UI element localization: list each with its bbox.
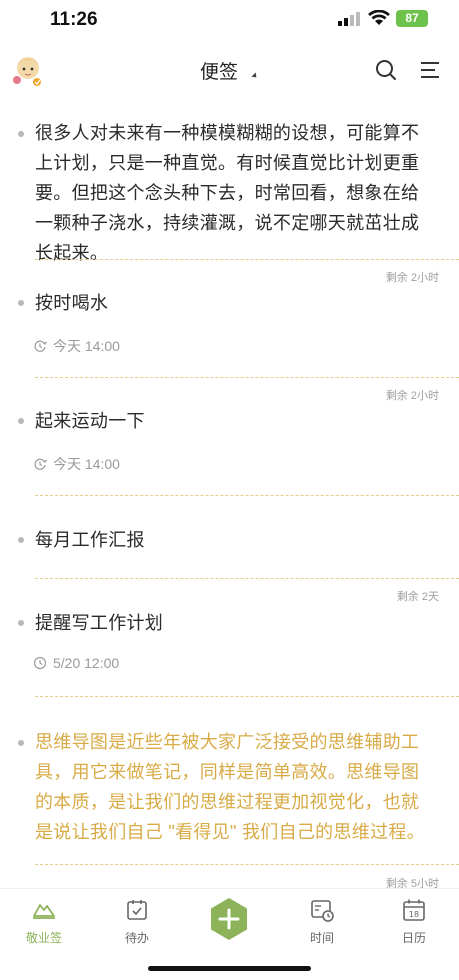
reminder-time: 今天 14:00 xyxy=(53,338,120,354)
app-header: 便签 xyxy=(0,44,459,96)
calendar-day: 18 xyxy=(409,910,419,919)
note-remaining-time: 剩余 2小时 xyxy=(385,390,439,402)
nav-label: 日历 xyxy=(401,931,426,945)
note-text: 思维导图是近些年被大家广泛接受的思维辅助工具，用它来做笔记，同样是简单高效。思维… xyxy=(35,732,425,842)
battery-icon: 87 xyxy=(396,10,428,27)
note-bullet xyxy=(18,131,24,137)
signal-icon xyxy=(338,12,360,26)
search-icon[interactable] xyxy=(374,58,398,82)
page-title[interactable]: 便签 xyxy=(200,57,238,84)
reminder-time: 今天 14:00 xyxy=(53,456,120,472)
nav-label: 时间 xyxy=(309,931,334,945)
note-text: 很多人对未来有一种模模糊糊的设想，可能算不上计划，只是一种直觉。有时候直觉比计划… xyxy=(35,123,420,263)
note-bullet xyxy=(18,300,24,306)
note-item[interactable]: 提醒写工作计划 5/20 12:00 xyxy=(0,608,459,708)
note-divider xyxy=(35,578,459,579)
status-time: 11:26 xyxy=(50,9,98,30)
chevron-down-icon[interactable] xyxy=(251,72,259,80)
reminder-time: 5/20 12:00 xyxy=(53,655,120,671)
note-bullet xyxy=(18,537,24,543)
repeat-clock-icon xyxy=(34,458,47,470)
nav-item-todo[interactable]: 待办 xyxy=(107,897,167,946)
status-bar: 11:26 87 xyxy=(0,0,459,40)
clock-icon xyxy=(33,656,47,670)
wifi-icon xyxy=(368,10,390,25)
nav-label: 待办 xyxy=(124,931,149,945)
note-bullet xyxy=(18,418,24,424)
note-remaining-time: 剩余 2小时 xyxy=(385,272,439,284)
note-reminder: 今天 14:00 xyxy=(33,336,120,356)
note-divider xyxy=(35,864,459,865)
note-bullet xyxy=(18,740,24,746)
avatar[interactable] xyxy=(10,52,46,88)
note-text: 起来运动一下 xyxy=(35,411,145,431)
nav-label: 敬业签 xyxy=(25,931,62,945)
home-indicator xyxy=(148,966,311,971)
note-item[interactable]: 起来运动一下 今天 14:00 xyxy=(0,406,459,522)
nav-item-calendar[interactable]: 18 日历 xyxy=(384,897,444,946)
menu-icon[interactable] xyxy=(418,58,442,82)
calendar-icon: 18 xyxy=(403,899,425,921)
home-note-icon xyxy=(33,904,55,919)
time-icon xyxy=(311,900,334,922)
note-text: 按时喝水 xyxy=(35,293,109,313)
note-item[interactable]: 思维导图是近些年被大家广泛接受的思维辅助工具，用它来做笔记，同样是简单高效。思维… xyxy=(0,727,459,890)
note-divider xyxy=(35,495,459,496)
note-divider xyxy=(35,259,459,260)
nav-item-jingyeqian[interactable]: 敬业签 xyxy=(14,897,74,946)
add-note-button[interactable] xyxy=(207,897,251,941)
note-text: 提醒写工作计划 xyxy=(35,613,164,633)
note-item[interactable]: 很多人对未来有一种模模糊糊的设想，可能算不上计划，只是一种直觉。有时候直觉比计划… xyxy=(0,118,459,284)
nav-item-time[interactable]: 时间 xyxy=(292,897,352,946)
repeat-clock-icon xyxy=(34,340,47,352)
note-divider xyxy=(35,696,459,697)
note-divider xyxy=(35,377,459,378)
note-item[interactable]: 每月工作汇报 剩余 2天 xyxy=(0,525,459,605)
todo-icon xyxy=(127,900,147,920)
note-reminder: 5/20 12:00 xyxy=(33,655,119,671)
note-remaining-time: 剩余 2天 xyxy=(396,591,439,603)
note-item[interactable]: 按时喝水 今天 14:00 剩余 2小时 xyxy=(0,288,459,404)
note-reminder: 今天 14:00 xyxy=(33,454,120,474)
note-bullet xyxy=(18,620,24,626)
note-text: 每月工作汇报 xyxy=(35,530,145,550)
